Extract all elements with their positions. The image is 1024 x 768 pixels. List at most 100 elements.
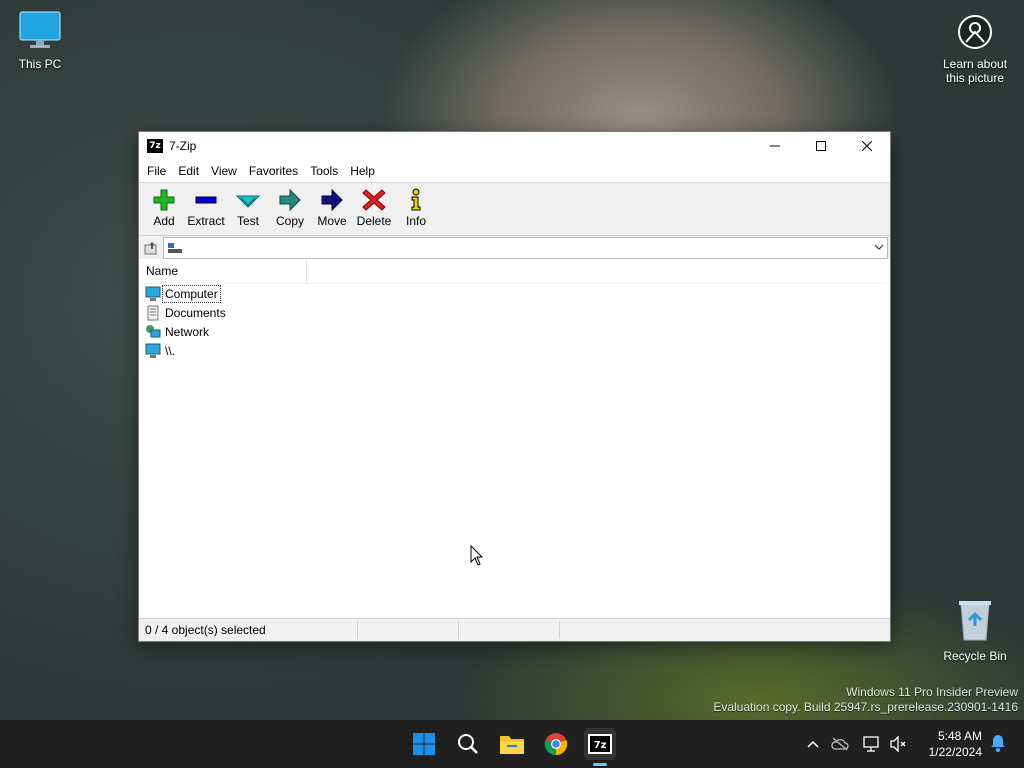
info-icon [411, 188, 421, 211]
learn-label-2: this picture [945, 71, 1005, 85]
list-item-name: Computer [162, 284, 221, 303]
bell-icon [991, 735, 1005, 752]
status-section-3 [459, 621, 560, 639]
extract-button[interactable]: Extract [185, 183, 227, 235]
minimize-button[interactable] [752, 132, 798, 160]
copy-arrow-icon [279, 188, 301, 212]
list-item[interactable]: Documents [139, 303, 890, 322]
7zip-icon: 7z [588, 734, 612, 754]
status-text: 0 / 4 object(s) selected [139, 621, 358, 639]
folder-icon [500, 736, 524, 754]
cloud-off-icon [831, 737, 849, 751]
menu-view[interactable]: View [205, 164, 243, 178]
add-button[interactable]: Add [143, 183, 185, 235]
close-icon [862, 141, 872, 151]
start-button[interactable] [408, 728, 440, 760]
move-label: Move [317, 214, 347, 228]
watermark-line-2: Evaluation copy. Build 25947.rs_prerelea… [713, 700, 1018, 714]
add-label: Add [153, 214, 175, 228]
documents-icon [147, 305, 159, 320]
move-arrow-icon [321, 188, 343, 212]
desktop-icon-learn-about-picture[interactable]: Learn about this picture [935, 14, 1015, 85]
chevron-up-icon [807, 740, 819, 748]
notifications-button[interactable] [990, 734, 1006, 755]
list-item-name: Network [165, 324, 210, 339]
test-button[interactable]: Test [227, 183, 269, 235]
menu-edit[interactable]: Edit [172, 164, 205, 178]
toolbar: Add Extract Test Copy Move Delete Info [139, 183, 890, 236]
onedrive-button[interactable] [823, 737, 857, 751]
7zip-app-icon: 7z [147, 139, 163, 153]
recycle-bin-icon [959, 601, 991, 641]
desktop-icon-recycle-bin[interactable]: Recycle Bin [935, 598, 1015, 663]
computer-icon [145, 286, 161, 301]
up-folder-button[interactable] [139, 237, 163, 259]
desktop-icon-this-pc[interactable]: This PC [0, 10, 80, 71]
info-button[interactable]: Info [395, 183, 437, 235]
chevron-down-icon[interactable] [874, 241, 884, 253]
file-list: Name Computer Documents Network \\. [139, 259, 890, 617]
7zip-taskbar-button[interactable]: 7z [584, 728, 616, 766]
svg-text:7z: 7z [594, 740, 607, 751]
recycle-bin-label: Recycle Bin [943, 649, 1007, 663]
7zip-window: 7z 7-Zip File Edit View Favorites Tools … [138, 131, 891, 642]
title-bar[interactable]: 7z 7-Zip [139, 132, 890, 160]
windows-watermark: Windows 11 Pro Insider Preview Evaluatio… [713, 685, 1018, 715]
clock-date: 1/22/2024 [928, 745, 982, 759]
delete-label: Delete [356, 214, 392, 228]
watermark-line-1: Windows 11 Pro Insider Preview [846, 685, 1018, 699]
maximize-button[interactable] [798, 132, 844, 160]
close-button[interactable] [844, 132, 890, 160]
show-hidden-icons-button[interactable] [803, 740, 823, 748]
menu-bar: File Edit View Favorites Tools Help [139, 160, 890, 183]
mouse-cursor-icon [470, 545, 484, 566]
learn-label-1: Learn about [942, 57, 1008, 71]
address-field[interactable] [163, 237, 888, 259]
this-pc-label: This PC [18, 57, 62, 71]
check-icon [235, 195, 261, 208]
minus-icon [195, 196, 217, 204]
taskbar: 7z 5:48 AM 1/22/2024 [0, 720, 1024, 768]
network-icon [146, 324, 161, 337]
copy-label: Copy [275, 214, 304, 228]
column-header: Name [139, 259, 890, 284]
network-status-icon [863, 736, 879, 752]
move-button[interactable]: Move [311, 183, 353, 235]
clock[interactable]: 5:48 AM 1/22/2024 [929, 728, 982, 760]
device-icon [145, 343, 161, 358]
chrome-icon [544, 733, 568, 756]
volume-button[interactable] [887, 736, 909, 752]
up-folder-icon [144, 242, 157, 255]
list-item-name: \\. [165, 343, 176, 358]
volume-muted-icon [890, 736, 906, 752]
column-header-name[interactable]: Name [139, 259, 307, 283]
file-explorer-button[interactable] [496, 728, 528, 760]
list-item[interactable]: \\. [139, 341, 890, 360]
delete-x-icon [362, 189, 386, 211]
menu-favorites[interactable]: Favorites [243, 164, 304, 178]
windows-logo-icon [413, 733, 435, 755]
list-item[interactable]: Network [139, 322, 890, 341]
status-section-2 [358, 621, 459, 639]
test-label: Test [236, 214, 259, 228]
menu-help[interactable]: Help [344, 164, 381, 178]
maximize-icon [816, 141, 826, 151]
menu-file[interactable]: File [141, 164, 172, 178]
extract-label: Extract [187, 214, 225, 228]
delete-button[interactable]: Delete [353, 183, 395, 235]
copy-button[interactable]: Copy [269, 183, 311, 235]
system-tray [803, 720, 909, 768]
list-item[interactable]: Computer [139, 284, 890, 303]
search-icon [458, 734, 478, 754]
status-bar: 0 / 4 object(s) selected [139, 618, 890, 641]
plus-icon [153, 189, 175, 211]
active-indicator [593, 763, 607, 766]
menu-tools[interactable]: Tools [304, 164, 344, 178]
window-title: 7-Zip [169, 139, 197, 153]
network-status-button[interactable] [857, 736, 887, 752]
chrome-button[interactable] [540, 728, 572, 760]
camera-info-icon [958, 15, 992, 49]
search-button[interactable] [452, 728, 484, 760]
monitor-icon [19, 11, 61, 48]
info-label: Info [405, 214, 426, 228]
